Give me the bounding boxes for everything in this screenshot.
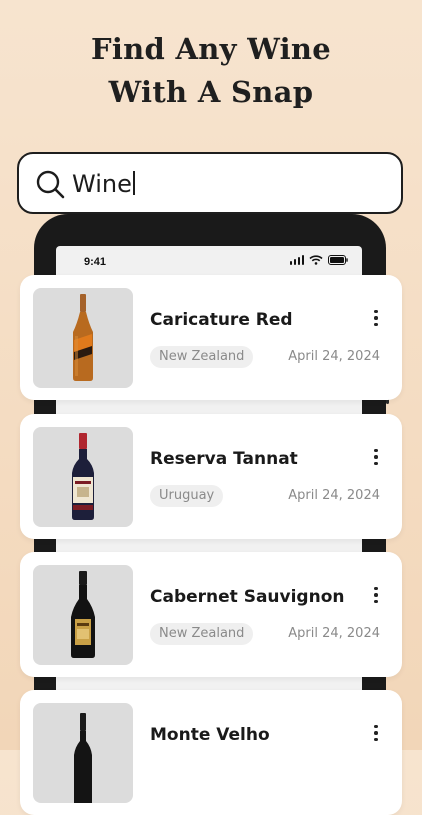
wine-thumbnail [33,427,133,527]
wine-bottle-image [71,571,95,658]
wine-thumbnail [33,565,133,665]
search-icon [36,170,65,199]
wine-name: Cabernet Sauvignon [150,587,345,607]
wine-name: Caricature Red [150,310,293,330]
scan-date: April 24, 2024 [288,349,380,364]
country-tag: Uruguay [150,485,224,507]
wine-bottle-image [74,713,92,803]
headline: Find Any Wine With A Snap [0,28,422,114]
headline-line-2: With A Snap [108,75,314,109]
scan-date: April 24, 2024 [288,626,380,641]
headline-line-1: Find Any Wine [90,32,332,66]
wifi-icon [309,255,323,265]
wine-card[interactable]: Reserva Tannat Uruguay April 24, 2024 [20,414,402,539]
status-bar: 9:41 [56,252,362,276]
more-options-button[interactable] [366,305,386,331]
wine-thumbnail [33,288,133,388]
signal-icon [289,255,304,265]
more-options-button[interactable] [366,720,386,746]
country-tag: New Zealand [150,346,254,368]
wine-card[interactable]: Caricature Red New Zealand April 24, 202… [20,275,402,400]
more-options-button[interactable] [366,582,386,608]
wine-bottle-image [73,294,93,381]
wine-name: Reserva Tannat [150,449,298,469]
search-bar[interactable]: Wine [17,152,403,214]
scan-date: April 24, 2024 [288,488,380,503]
more-options-button[interactable] [366,444,386,470]
battery-icon [328,255,348,265]
wine-name: Monte Velho [150,725,270,745]
wine-thumbnail [33,703,133,803]
status-time: 9:41 [84,256,107,268]
country-tag: New Zealand [150,623,254,645]
wine-card[interactable]: Cabernet Sauvignon New Zealand April 24,… [20,552,402,677]
wine-bottle-image [72,433,94,520]
search-input[interactable]: Wine [72,169,135,199]
text-caret [132,171,135,195]
search-value: Wine [72,170,132,198]
wine-card[interactable]: Monte Velho [20,690,402,815]
